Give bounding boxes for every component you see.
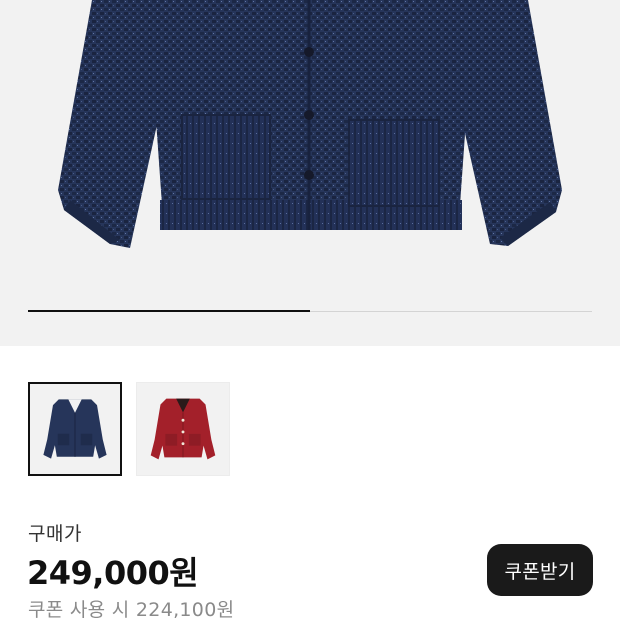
thumbnail-red[interactable] <box>136 382 230 476</box>
product-page: 구매가 249,000원 쿠폰 사용 시 224,100원 쿠폰받기 <box>0 0 620 620</box>
red-jacket-thumbnail-image <box>150 398 216 460</box>
carousel-progress-track <box>28 310 592 312</box>
thumbnail-list <box>28 382 230 476</box>
get-coupon-button[interactable]: 쿠폰받기 <box>487 544 593 596</box>
coupon-price-text: 쿠폰 사용 시 224,100원 <box>28 599 235 620</box>
product-image-carousel[interactable] <box>0 0 620 346</box>
product-main-image <box>58 0 562 248</box>
thumbnail-navy[interactable] <box>28 382 122 476</box>
price-label: 구매가 <box>28 523 82 545</box>
carousel-progress-fill <box>28 310 310 312</box>
price-value: 249,000원 <box>27 554 199 592</box>
navy-jacket-thumbnail-image <box>43 399 107 459</box>
